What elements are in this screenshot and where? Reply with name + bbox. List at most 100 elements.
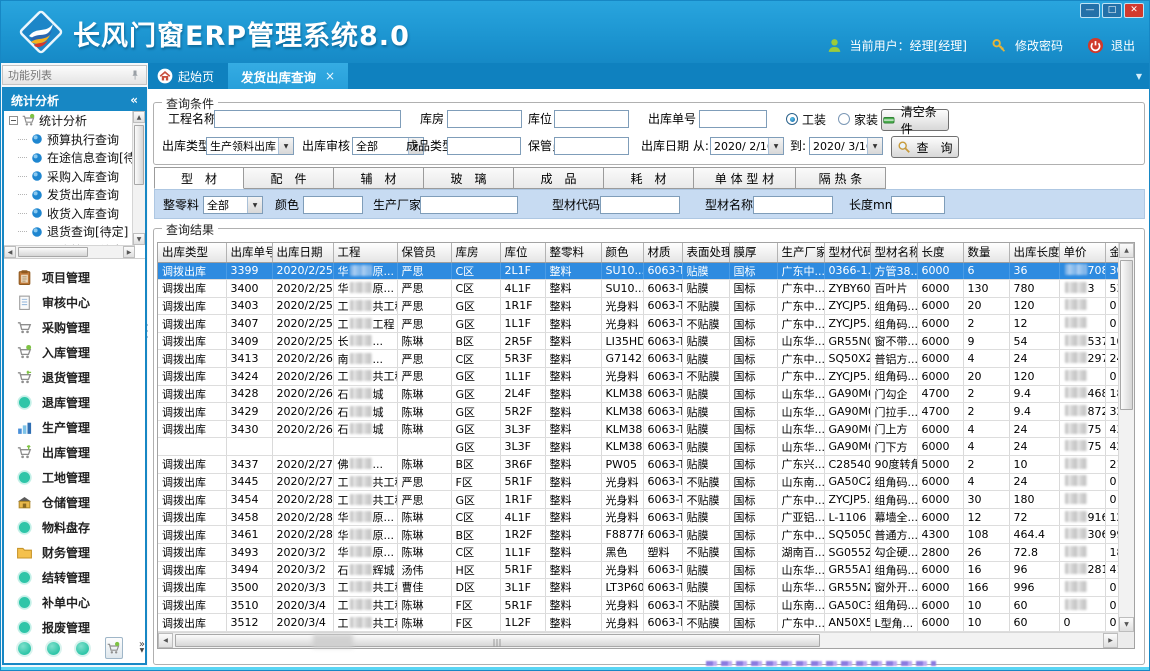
column-header[interactable]: 生产厂家 bbox=[777, 243, 824, 262]
table-row[interactable]: 调拨出库35102020/3/4工共工程陈琳F区5R1F整料光身料6063-T5… bbox=[158, 596, 1118, 614]
column-header[interactable]: 工程 bbox=[333, 243, 397, 262]
date-to-picker[interactable]: 2020/ 3/16▼ bbox=[809, 137, 883, 155]
collapse-icon[interactable]: « bbox=[130, 93, 138, 107]
sidebar-item-采购管理[interactable]: 采购管理 bbox=[4, 315, 145, 340]
minimize-button[interactable]: — bbox=[1080, 3, 1100, 18]
sidebar-item-物料盘存[interactable]: 物料盘存 bbox=[4, 515, 145, 540]
scroll-up-icon[interactable]: ▲ bbox=[1119, 243, 1134, 258]
column-header[interactable]: 出库长度 bbox=[1009, 243, 1059, 262]
tree-expander-icon[interactable] bbox=[9, 116, 18, 125]
sidebar-item-项目管理[interactable]: 项目管理 bbox=[4, 265, 145, 290]
table-row[interactable]: 调拨出库34932020/3/2华原...陈琳C区1L1F整料黑色塑料不贴膜国标… bbox=[158, 544, 1118, 562]
location-input[interactable] bbox=[554, 110, 629, 128]
radio-icon[interactable] bbox=[786, 113, 798, 125]
column-header[interactable]: 材质 bbox=[643, 243, 682, 262]
sidebar-item-结转管理[interactable]: 结转管理 bbox=[4, 565, 145, 590]
tree-root-node[interactable]: 统计分析 bbox=[4, 111, 145, 130]
radio-icon[interactable] bbox=[838, 113, 850, 125]
scroll-up-icon[interactable]: ▲ bbox=[133, 111, 145, 123]
search-button[interactable]: 查 询 bbox=[891, 136, 959, 158]
sidebar-item-仓储管理[interactable]: 仓储管理 bbox=[4, 490, 145, 515]
scroll-down-icon[interactable]: ▼ bbox=[133, 233, 145, 245]
footer-dot-icon[interactable] bbox=[18, 642, 31, 655]
column-header[interactable]: 表面处理 bbox=[682, 243, 729, 262]
tab-shipping-outbound-query[interactable]: 发货出库查询 × bbox=[228, 63, 348, 89]
material-tab-3[interactable]: 辅 材 bbox=[334, 167, 424, 189]
tree-item[interactable]: 收货入库查询 bbox=[4, 204, 145, 223]
table-row[interactable]: 调拨出库34072020/2/25工工程严思G区1L1F整料光身料6063-T5… bbox=[158, 315, 1118, 333]
logout-link[interactable]: 退出 bbox=[1111, 37, 1135, 54]
footer-dot-icon[interactable] bbox=[47, 642, 60, 655]
table-row[interactable]: 调拨出库34542020/2/28工共工程严思G区1R1F整料光身料6063-T… bbox=[158, 491, 1118, 509]
column-header[interactable]: 库位 bbox=[500, 243, 545, 262]
table-row[interactable]: 调拨出库34292020/2/26石城陈琳G区5R2F整料KLM38176063… bbox=[158, 403, 1118, 421]
footer-more-button[interactable]: » ▼ bbox=[139, 642, 145, 654]
table-row[interactable]: 调拨出库34612020/2/28华原...陈琳B区1R2F整料F8877FT6… bbox=[158, 526, 1118, 544]
color-input[interactable] bbox=[303, 196, 363, 214]
material-tab-4[interactable]: 玻 璃 bbox=[424, 167, 514, 189]
table-row[interactable]: 调拨出库35122020/3/4工共工程陈琳F区1L2F整料光身料6063-T5… bbox=[158, 614, 1118, 632]
maximize-button[interactable]: □ bbox=[1102, 3, 1122, 18]
tree-item[interactable]: 发货出库查询 bbox=[4, 186, 145, 205]
table-row[interactable]: 调拨出库34132020/2/26南...严思C区5R3F整料G71422606… bbox=[158, 350, 1118, 368]
tab-close-icon[interactable]: × bbox=[325, 69, 335, 83]
table-row[interactable]: 调拨出库34452020/2/27工共工程严思F区5R1F整料光身料6063-T… bbox=[158, 473, 1118, 491]
scroll-right-icon[interactable]: ▶ bbox=[1103, 633, 1118, 648]
tree-item[interactable]: 退货查询[待定] bbox=[4, 223, 145, 242]
radio-家装[interactable]: 家装 bbox=[838, 110, 878, 128]
column-header[interactable]: 出库类型 bbox=[158, 243, 226, 262]
length-input[interactable] bbox=[891, 196, 945, 214]
footer-cart-button[interactable] bbox=[105, 637, 123, 659]
column-header[interactable]: 单价 bbox=[1059, 243, 1105, 262]
grid-horizontal-scrollbar[interactable]: ◀ ▶ bbox=[158, 632, 1118, 648]
tree-item[interactable]: 在途信息查询[待 bbox=[4, 149, 145, 168]
column-header[interactable]: 型材代码 bbox=[824, 243, 870, 262]
footer-dot-icon[interactable] bbox=[76, 642, 89, 655]
pin-icon[interactable] bbox=[129, 69, 141, 81]
column-header[interactable]: 保管员 bbox=[397, 243, 451, 262]
date-from-picker[interactable]: 2020/ 2/16▼ bbox=[710, 137, 784, 155]
sidebar-item-入库管理[interactable]: 入库管理 bbox=[4, 340, 145, 365]
profile-name-input[interactable] bbox=[753, 196, 833, 214]
material-tab-7[interactable]: 单 体 型 材 bbox=[694, 167, 796, 189]
sidebar-item-退库管理[interactable]: 退库管理 bbox=[4, 390, 145, 415]
sidebar-item-退货管理[interactable]: 退货管理 bbox=[4, 365, 145, 390]
tree-horizontal-scrollbar[interactable]: ◀ ▶ bbox=[4, 245, 135, 258]
table-row[interactable]: 调拨出库34032020/2/25工共工程严思G区1R1F整料光身料6063-T… bbox=[158, 297, 1118, 315]
batch-select[interactable]: 全部▼ bbox=[203, 196, 263, 214]
close-button[interactable]: ✕ bbox=[1124, 3, 1144, 18]
order-no-input[interactable] bbox=[699, 110, 767, 128]
table-row[interactable]: 调拨出库34302020/2/26石城陈琳G区3L3F整料KLM38176063… bbox=[158, 420, 1118, 438]
material-tab-1[interactable]: 型 材 bbox=[154, 167, 244, 189]
tab-overflow-icon[interactable]: ▼ bbox=[1136, 63, 1142, 89]
out-type-select[interactable]: 生产领料出库▼ bbox=[206, 137, 294, 155]
table-row[interactable]: 调拨出库34582020/2/28华原...陈琳C区4L1F整料光身料6063-… bbox=[158, 508, 1118, 526]
scroll-left-icon[interactable]: ◀ bbox=[4, 246, 16, 258]
table-row[interactable]: 调拨出库34372020/2/27佛...陈琳B区3R6F整料PW056063-… bbox=[158, 456, 1118, 474]
column-header[interactable]: 长度 bbox=[917, 243, 963, 262]
table-row[interactable]: 调拨出库35002020/3/3工共工程曹佳D区3L1F整料LT3P606063… bbox=[158, 579, 1118, 597]
scroll-left-icon[interactable]: ◀ bbox=[158, 633, 173, 648]
material-tab-5[interactable]: 成 品 bbox=[514, 167, 604, 189]
tree-item[interactable]: 预算执行查询 bbox=[4, 130, 145, 149]
scroll-right-icon[interactable]: ▶ bbox=[123, 246, 135, 258]
column-header[interactable]: 出库单号 bbox=[226, 243, 272, 262]
tree-vscroll-thumb[interactable] bbox=[134, 125, 144, 185]
material-tab-2[interactable]: 配 件 bbox=[244, 167, 334, 189]
material-tab-6[interactable]: 耗 材 bbox=[604, 167, 694, 189]
product-type-input[interactable] bbox=[447, 137, 521, 155]
table-row[interactable]: 调拨出库33992020/2/25华原...严思C区2L1F整料SU10...6… bbox=[158, 262, 1118, 280]
column-header[interactable]: 膜厚 bbox=[729, 243, 777, 262]
stats-group-header[interactable]: 统计分析 « bbox=[4, 89, 145, 111]
grid-vscroll-thumb[interactable] bbox=[1120, 260, 1133, 410]
project-name-input[interactable] bbox=[214, 110, 401, 128]
column-header[interactable]: 整零料 bbox=[545, 243, 601, 262]
table-row[interactable]: 调拨出库34942020/3/2石辉城汤伟H区5R1F整料光身料6063-T5贴… bbox=[158, 561, 1118, 579]
column-header[interactable]: 出库日期 bbox=[272, 243, 333, 262]
table-row[interactable]: 调拨出库34092020/2/25长...陈琳B区2R5F整料LI35HD606… bbox=[158, 332, 1118, 350]
sidebar-item-审核中心[interactable]: 审核中心 bbox=[4, 290, 145, 315]
column-header[interactable]: 金 bbox=[1105, 243, 1118, 262]
change-password-link[interactable]: 修改密码 bbox=[1015, 37, 1063, 54]
sidebar-item-生产管理[interactable]: 生产管理 bbox=[4, 415, 145, 440]
warehouse-input[interactable] bbox=[447, 110, 522, 128]
